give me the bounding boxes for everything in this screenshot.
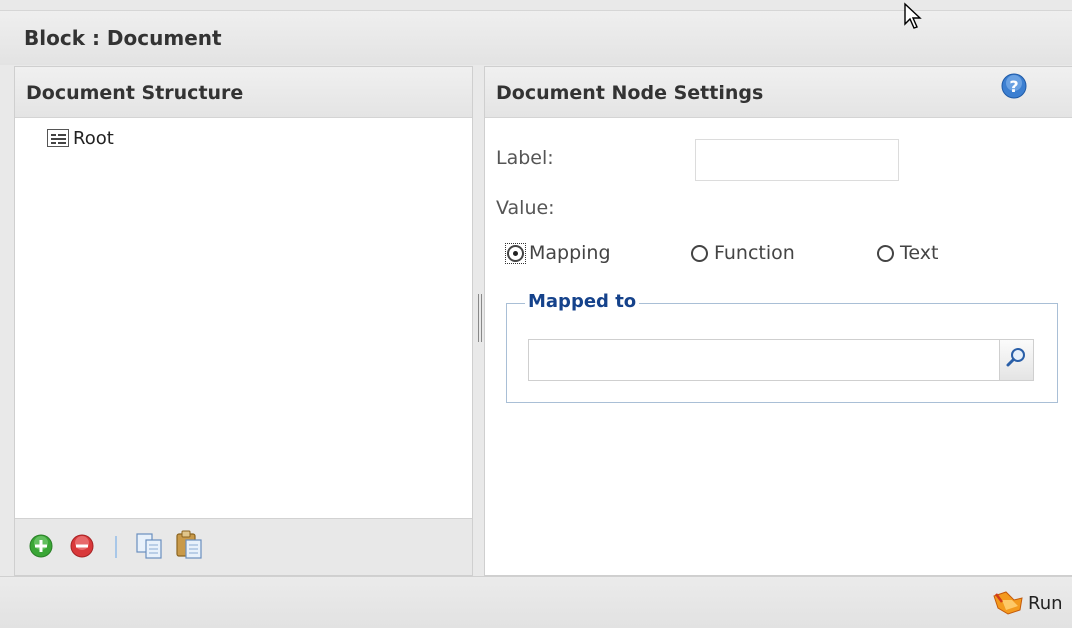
paste-icon[interactable] xyxy=(175,530,205,560)
radio-unchecked-icon xyxy=(691,244,708,262)
label-input[interactable] xyxy=(695,139,899,181)
block-window: Block : Document Document Structure Root xyxy=(0,0,1072,628)
mapped-to-legend: Mapped to xyxy=(525,291,640,312)
copy-icon[interactable] xyxy=(135,532,165,560)
radio-text-label: Text xyxy=(900,242,939,264)
mouse-cursor-icon xyxy=(904,2,922,29)
structure-toolbar xyxy=(15,518,472,575)
document-structure-panel: Document Structure Root xyxy=(14,66,473,576)
window-title: Block : Document xyxy=(24,26,222,50)
mapped-to-search-trigger[interactable] xyxy=(999,340,1033,380)
radio-function[interactable]: Function xyxy=(691,239,795,267)
document-node-settings-panel: Document Node Settings ? Label: Value: M… xyxy=(484,66,1072,576)
radio-focus-ring xyxy=(505,242,526,264)
help-icon[interactable]: ? xyxy=(1001,73,1027,99)
mapped-to-field[interactable] xyxy=(528,339,1034,381)
bottom-toolbar: Run xyxy=(0,576,1072,628)
node-settings-header: Document Node Settings ? xyxy=(485,67,1072,118)
run-label: Run xyxy=(1028,592,1063,614)
remove-icon[interactable] xyxy=(70,534,94,558)
label-field-label: Label: xyxy=(496,147,554,169)
radio-text[interactable]: Text xyxy=(877,239,938,267)
radio-mapping[interactable]: Mapping xyxy=(505,239,611,267)
toolbar-separator xyxy=(115,536,117,558)
radio-checked-icon xyxy=(507,244,524,262)
radio-unchecked-icon xyxy=(877,244,894,262)
svg-text:?: ? xyxy=(1009,77,1018,96)
tree-node-root[interactable]: Root xyxy=(47,125,114,151)
mapped-to-fieldset: Mapped to xyxy=(506,291,1058,403)
value-field-label: Value: xyxy=(496,197,555,219)
document-node-icon xyxy=(47,129,69,147)
radio-function-label: Function xyxy=(714,242,795,264)
search-icon xyxy=(1006,348,1025,367)
add-icon[interactable] xyxy=(29,534,53,558)
document-structure-title: Document Structure xyxy=(26,82,244,104)
panel-splitter[interactable] xyxy=(478,294,482,342)
document-structure-header: Document Structure xyxy=(15,67,472,118)
node-settings-title: Document Node Settings xyxy=(496,82,764,104)
run-button[interactable]: Run xyxy=(992,589,1063,617)
tree-node-label: Root xyxy=(73,127,114,149)
radio-mapping-label: Mapping xyxy=(529,242,611,264)
run-icon xyxy=(993,591,1023,615)
